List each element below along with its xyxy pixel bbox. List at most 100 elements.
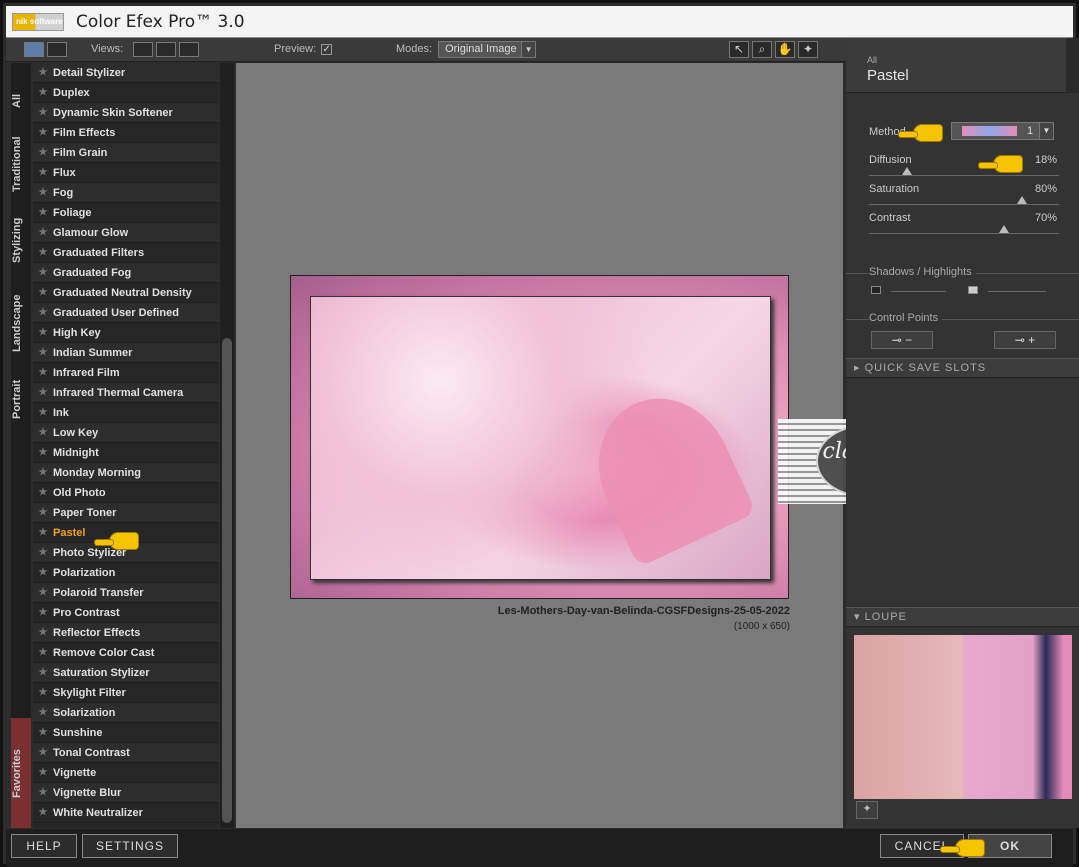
- star-icon[interactable]: ★: [33, 287, 53, 298]
- add-control-point-button[interactable]: ⊸ +: [994, 331, 1056, 349]
- filter-item[interactable]: ★ Graduated Filters: [33, 243, 219, 263]
- star-icon[interactable]: ★: [33, 267, 53, 278]
- star-icon[interactable]: ★: [33, 127, 53, 138]
- filter-item[interactable]: ★ Solarization: [33, 703, 219, 723]
- tab-all[interactable]: All: [11, 81, 31, 121]
- filter-item[interactable]: ★ Saturation Stylizer: [33, 663, 219, 683]
- star-icon[interactable]: ★: [33, 187, 53, 198]
- filter-item[interactable]: ★ Foliage: [33, 203, 219, 223]
- saturation-slider[interactable]: [869, 196, 1059, 205]
- star-icon[interactable]: ★: [33, 607, 53, 618]
- filter-item[interactable]: ★ Flux: [33, 163, 219, 183]
- star-icon[interactable]: ★: [33, 167, 53, 178]
- star-icon[interactable]: ★: [33, 627, 53, 638]
- star-icon[interactable]: ★: [33, 327, 53, 338]
- hand-icon[interactable]: ✋: [775, 40, 795, 58]
- contrast-slider[interactable]: [869, 225, 1059, 234]
- filter-item[interactable]: ★ Infrared Thermal Camera: [33, 383, 219, 403]
- scrollbar-thumb[interactable]: [222, 338, 232, 823]
- filter-item[interactable]: ★ Infrared Film: [33, 363, 219, 383]
- filter-item[interactable]: ★ Reflector Effects: [33, 623, 219, 643]
- shadows-highlights-label[interactable]: Shadows / Highlights: [869, 266, 976, 278]
- remove-control-point-button[interactable]: ⊸ −: [871, 331, 933, 349]
- filter-item[interactable]: ★ Sunshine: [33, 723, 219, 743]
- star-icon[interactable]: ★: [33, 667, 53, 678]
- star-icon[interactable]: ★: [33, 687, 53, 698]
- star-icon[interactable]: ★: [33, 107, 53, 118]
- contrast-slider-knob[interactable]: [998, 225, 1009, 233]
- tab-portrait[interactable]: Portrait: [11, 373, 31, 425]
- filter-item[interactable]: ★ Duplex: [33, 83, 219, 103]
- star-icon[interactable]: ★: [33, 587, 53, 598]
- filter-item[interactable]: ★ Film Grain: [33, 143, 219, 163]
- filter-item[interactable]: ★ Remove Color Cast: [33, 643, 219, 663]
- panel-scrollbar[interactable]: [1066, 38, 1079, 93]
- filter-item[interactable]: ★ Fog: [33, 183, 219, 203]
- star-icon[interactable]: ★: [33, 207, 53, 218]
- filter-item[interactable]: ★ Midnight: [33, 443, 219, 463]
- thumbnail-view-icon[interactable]: [24, 41, 44, 57]
- star-icon[interactable]: ★: [33, 227, 53, 238]
- filter-item[interactable]: ★ Detail Stylizer: [33, 63, 219, 83]
- filter-item[interactable]: ★ Polarization: [33, 563, 219, 583]
- help-button[interactable]: HELP: [11, 834, 77, 858]
- list-view-icon[interactable]: [47, 41, 67, 57]
- filter-item[interactable]: ★ Tonal Contrast: [33, 743, 219, 763]
- diffusion-slider-knob[interactable]: [902, 167, 913, 175]
- tab-stylizing[interactable]: Stylizing: [11, 213, 31, 268]
- star-icon[interactable]: ★: [33, 67, 53, 78]
- filter-list-scrollbar[interactable]: [220, 63, 234, 828]
- star-icon[interactable]: ★: [33, 747, 53, 758]
- star-icon[interactable]: ★: [33, 347, 53, 358]
- filter-item[interactable]: ★ Graduated User Defined: [33, 303, 219, 323]
- star-icon[interactable]: ★: [33, 147, 53, 158]
- filter-item[interactable]: ★ Polaroid Transfer: [33, 583, 219, 603]
- star-icon[interactable]: ★: [33, 367, 53, 378]
- single-view-icon[interactable]: [133, 41, 154, 57]
- highlights-slider[interactable]: [988, 291, 1046, 292]
- star-icon[interactable]: ★: [33, 527, 53, 538]
- filter-item[interactable]: ★ Paper Toner: [33, 503, 219, 523]
- side-by-side-view-icon[interactable]: [179, 41, 200, 57]
- control-points-label[interactable]: Control Points: [869, 312, 943, 324]
- star-icon[interactable]: ★: [33, 407, 53, 418]
- settings-button[interactable]: SETTINGS: [82, 834, 178, 858]
- star-icon[interactable]: ★: [33, 247, 53, 258]
- modes-select[interactable]: Original Image ▼: [438, 40, 537, 58]
- filter-item[interactable]: ★ Pro Contrast: [33, 603, 219, 623]
- star-icon[interactable]: ★: [33, 647, 53, 658]
- star-icon[interactable]: ★: [33, 707, 53, 718]
- filter-item[interactable]: ★ Glamour Glow: [33, 223, 219, 243]
- filter-item[interactable]: ★ Monday Morning: [33, 463, 219, 483]
- filter-item[interactable]: ★ Vignette: [33, 763, 219, 783]
- star-icon[interactable]: ★: [33, 487, 53, 498]
- filter-item[interactable]: ★ Film Effects: [33, 123, 219, 143]
- saturation-slider-knob[interactable]: [1017, 196, 1027, 204]
- shadows-slider[interactable]: [891, 291, 946, 292]
- tab-traditional[interactable]: Traditional: [11, 128, 31, 200]
- star-icon[interactable]: ★: [33, 547, 53, 558]
- filter-item[interactable]: ★ White Neutralizer: [33, 803, 219, 823]
- star-icon[interactable]: ★: [33, 307, 53, 318]
- filter-item[interactable]: ★ Graduated Fog: [33, 263, 219, 283]
- star-icon[interactable]: ★: [33, 567, 53, 578]
- diffusion-slider[interactable]: [869, 167, 1059, 176]
- star-icon[interactable]: ★: [33, 507, 53, 518]
- filter-item[interactable]: ★ Old Photo: [33, 483, 219, 503]
- star-icon[interactable]: ★: [33, 387, 53, 398]
- star-icon[interactable]: ★: [33, 767, 53, 778]
- filter-item[interactable]: ★ Indian Summer: [33, 343, 219, 363]
- star-icon[interactable]: ★: [33, 87, 53, 98]
- star-icon[interactable]: ★: [33, 467, 53, 478]
- quick-save-slots-header[interactable]: ▸ QUICK SAVE SLOTS: [846, 358, 1079, 378]
- star-icon[interactable]: ★: [33, 787, 53, 798]
- star-icon[interactable]: ★: [33, 427, 53, 438]
- star-icon[interactable]: ★: [33, 727, 53, 738]
- split-view-icon[interactable]: [156, 41, 177, 57]
- tab-landscape[interactable]: Landscape: [11, 291, 31, 355]
- filter-item[interactable]: ★ Vignette Blur: [33, 783, 219, 803]
- filter-item[interactable]: ★ High Key: [33, 323, 219, 343]
- star-icon[interactable]: ★: [33, 447, 53, 458]
- method-select[interactable]: 1 ▼: [951, 122, 1054, 140]
- filter-item[interactable]: ★ Skylight Filter: [33, 683, 219, 703]
